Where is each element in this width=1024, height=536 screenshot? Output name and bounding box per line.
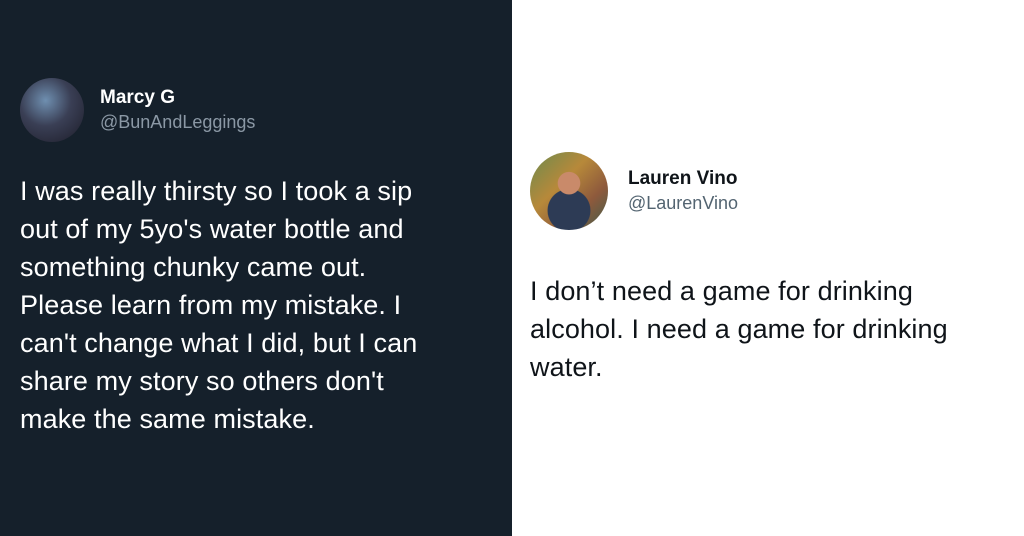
tweet-line: I was really thirsty so I took a sip bbox=[20, 176, 413, 206]
author-name[interactable]: Marcy G bbox=[100, 86, 255, 110]
author-info: Lauren Vino @LaurenVino bbox=[628, 167, 738, 215]
tweet-line: can't change what I did, but I can bbox=[20, 328, 418, 358]
author-name[interactable]: Lauren Vino bbox=[628, 167, 738, 191]
tweet-card: Marcy G @BunAndLeggings I was really thi… bbox=[20, 78, 500, 438]
tweet-line: water. bbox=[530, 352, 603, 382]
avatar[interactable] bbox=[530, 152, 608, 230]
tweet-card: Lauren Vino @LaurenVino I don’t need a g… bbox=[530, 152, 1010, 386]
tweet-line: share my story so others don't bbox=[20, 366, 384, 396]
left-tweet-panel: Marcy G @BunAndLeggings I was really thi… bbox=[0, 0, 512, 536]
tweet-header: Marcy G @BunAndLeggings bbox=[20, 78, 500, 142]
right-tweet-panel: Lauren Vino @LaurenVino I don’t need a g… bbox=[512, 0, 1024, 536]
avatar[interactable] bbox=[20, 78, 84, 142]
tweet-header: Lauren Vino @LaurenVino bbox=[530, 152, 1010, 230]
tweet-line: alcohol. I need a game for drinking bbox=[530, 314, 948, 344]
tweet-line: I don’t need a game for drinking bbox=[530, 276, 913, 306]
tweet-line: something chunky came out. bbox=[20, 252, 367, 282]
tweet-line: out of my 5yo's water bottle and bbox=[20, 214, 404, 244]
tweet-line: Please learn from my mistake. I bbox=[20, 290, 402, 320]
tweet-line: make the same mistake. bbox=[20, 404, 315, 434]
author-info: Marcy G @BunAndLeggings bbox=[100, 86, 255, 134]
author-handle[interactable]: @LaurenVino bbox=[628, 191, 738, 215]
tweet-text: I was really thirsty so I took a sip out… bbox=[20, 172, 500, 438]
author-handle[interactable]: @BunAndLeggings bbox=[100, 110, 255, 134]
tweet-text: I don’t need a game for drinking alcohol… bbox=[530, 272, 1010, 386]
